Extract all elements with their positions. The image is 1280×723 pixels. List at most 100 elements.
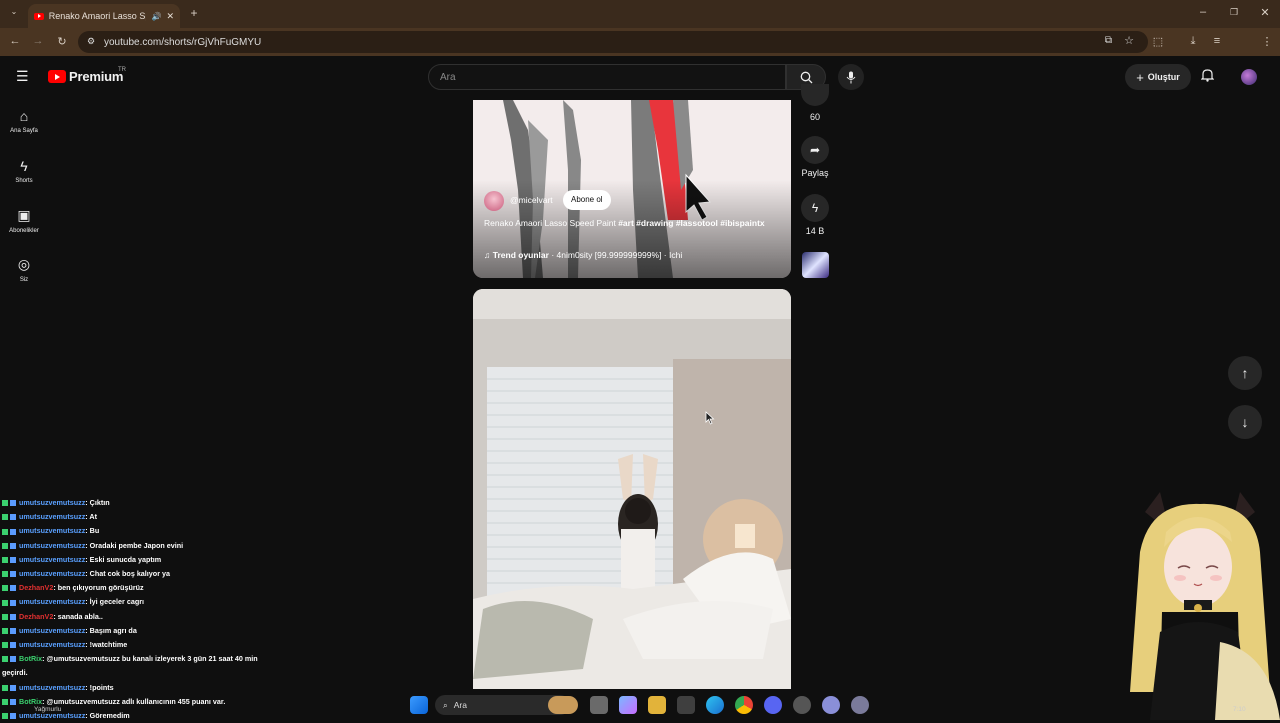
tab-list-icon[interactable]: ⌄ — [6, 7, 22, 16]
notifications-bell-icon[interactable] — [1200, 68, 1215, 85]
chat-username: umutsuzvemutsuzz — [19, 498, 86, 507]
browser-tab-bar: ⌄ Renako Amaori Lasso Speed 🔊 ✕ + – ❐ ✕ — [0, 0, 1280, 28]
bookmark-icon[interactable]: ☆ — [1124, 34, 1134, 47]
stream-chat-overlay: umutsuzvemutsuzz: Çıktın umutsuzvemutsuzz… — [2, 496, 302, 723]
channel-avatar[interactable] — [484, 191, 504, 211]
next-short-video[interactable] — [473, 289, 791, 689]
music-artist: · 4nim0sity [99.999999999%] · Ichi — [548, 250, 683, 260]
sidebar-item-home[interactable]: ⌂ Ana Sayfa — [0, 108, 48, 134]
tab-close-icon[interactable]: ✕ — [166, 11, 174, 22]
subscribe-button[interactable]: Abone ol — [563, 190, 611, 210]
music-track: Trend oyunlar — [492, 250, 549, 260]
chat-text: : !points — [85, 682, 114, 692]
sidebar-item-label: Siz — [19, 277, 29, 283]
weather-label: Yağmurlu — [34, 706, 62, 713]
windows-taskbar: ⌕ Ara — [400, 690, 880, 720]
arrow-up-icon: ↑ — [1241, 365, 1249, 381]
previous-short-button[interactable]: ↑ — [1228, 356, 1262, 390]
forward-icon[interactable]: → — [30, 35, 46, 47]
windows-start-icon[interactable] — [410, 696, 428, 714]
share-label: Paylaş — [801, 168, 829, 178]
subscriptions-icon: ▣ — [17, 207, 31, 223]
chat-message: umutsuzvemutsuzz: Bu — [2, 524, 302, 538]
chat-badge-icon — [10, 642, 16, 649]
create-label: Oluştur — [1147, 72, 1180, 82]
share-action[interactable]: ➦ Paylaş — [801, 136, 829, 178]
browser-tab[interactable]: Renako Amaori Lasso Speed 🔊 ✕ — [28, 4, 180, 28]
hamburger-menu-icon[interactable]: ☰ — [16, 68, 29, 85]
account-avatar[interactable] — [1241, 69, 1257, 85]
copilot-icon[interactable] — [619, 696, 637, 714]
logo-text: Premium — [69, 69, 124, 84]
short-video-player[interactable]: @micelvart Abone ol Renako Amaori Lasso … — [473, 100, 791, 278]
youtube-favicon-icon — [34, 12, 44, 20]
chat-badge-icon — [2, 684, 8, 691]
short-hashtags[interactable]: #art #drawing #lassotool #ibispaintx — [618, 218, 764, 228]
chat-message: umutsuzvemutsuzz: Başım agrı da — [2, 624, 302, 638]
task-view-icon[interactable] — [590, 696, 608, 714]
close-window-icon[interactable]: ✕ — [1257, 6, 1273, 19]
sound-thumbnail[interactable] — [802, 252, 829, 278]
chat-username: DezhanV2 — [19, 583, 54, 593]
chat-message: umutsuzvemutsuzz: Oradaki pembe Japon ev… — [2, 539, 302, 553]
reload-icon[interactable]: ↻ — [54, 35, 70, 48]
browser-menu-icon[interactable]: ⋮ — [1259, 35, 1275, 48]
sidebar-item-you[interactable]: ◎ Siz — [0, 256, 48, 283]
sidebar-item-subscriptions[interactable]: ▣ Abonelikler — [0, 207, 48, 234]
steam-icon[interactable] — [793, 696, 811, 714]
file-explorer-icon[interactable] — [648, 696, 666, 714]
microphone-icon — [846, 71, 856, 83]
chat-text: geçirdi. — [2, 668, 28, 678]
minimize-icon[interactable]: – — [1195, 6, 1211, 18]
search-icon: ⌕ — [443, 699, 448, 710]
extensions-icon[interactable]: ⬚ — [1150, 35, 1166, 48]
comments-action[interactable]: 60 — [801, 84, 829, 122]
short-title: Renako Amaori Lasso Speed Paint #art #dr… — [484, 217, 774, 230]
chat-text: : ben çıkıyorum görüşürüz — [53, 583, 144, 593]
chat-username: umutsuzvemutsuzz — [19, 554, 86, 564]
download-icon[interactable]: ⤓ — [1185, 35, 1201, 48]
chat-badge-icon — [10, 585, 16, 592]
site-info-icon[interactable]: ⚙ — [87, 36, 95, 47]
chat-username: umutsuzvemutsuzz — [19, 597, 86, 607]
channel-name[interactable]: @micelvart — [510, 195, 553, 205]
home-icon: ⌂ — [19, 108, 29, 124]
restore-icon[interactable]: ❐ — [1226, 7, 1242, 18]
chat-badge-icon — [2, 713, 8, 720]
shorts-icon: ϟ — [20, 158, 28, 174]
url-field[interactable]: ⚙ youtube.com/shorts/rGjVhFuGMYU ⧉ ☆ — [78, 31, 1148, 53]
remix-action[interactable]: ϟ 14 B — [801, 194, 829, 236]
widgets-icon[interactable] — [548, 696, 578, 714]
search-icon — [800, 71, 812, 83]
profile-icon: ◎ — [17, 256, 31, 272]
chat-username: BotRix — [19, 696, 43, 706]
chat-badge-icon — [2, 599, 8, 606]
create-button[interactable]: + Oluştur — [1125, 64, 1191, 90]
comments-count: 60 — [809, 112, 820, 122]
youtube-logo[interactable]: Premium — [48, 69, 123, 84]
chat-message: BotRix: @umutsuzvemutsuzz bu kanalı izle… — [2, 652, 302, 666]
youtube-header: ☰ Premium TR Ara + Oluştur — [0, 56, 1280, 100]
address-bar-row: ← → ↻ ⚙ youtube.com/shorts/rGjVhFuGMYU ⧉… — [0, 28, 1280, 77]
search-input[interactable]: Ara — [428, 64, 786, 90]
next-short-button[interactable]: ↓ — [1228, 405, 1262, 439]
discord-icon[interactable] — [764, 696, 782, 714]
chat-badge-icon — [10, 627, 16, 634]
back-icon[interactable]: ← — [7, 35, 23, 47]
chat-badge-icon — [2, 571, 8, 578]
music-info[interactable]: ♫ Trend oyunlar · 4nim0sity [99.99999999… — [484, 250, 682, 260]
app-icon[interactable] — [822, 696, 840, 714]
chrome-browser-icon[interactable] — [735, 696, 753, 714]
install-icon[interactable]: ⧉ — [1105, 35, 1112, 46]
sidebar-item-shorts[interactable]: ϟ Shorts — [0, 158, 48, 184]
microsoft-store-icon[interactable] — [677, 696, 695, 714]
obs-icon[interactable] — [851, 696, 869, 714]
audio-icon[interactable]: 🔊 — [151, 12, 161, 21]
new-tab-icon[interactable]: + — [186, 6, 202, 20]
edge-browser-icon[interactable] — [706, 696, 724, 714]
voice-search-button[interactable] — [838, 64, 864, 90]
chat-badge-icon — [10, 571, 16, 578]
reading-list-icon[interactable]: ≡ — [1209, 35, 1225, 47]
chat-username: DezhanV2 — [19, 611, 54, 621]
chat-message: geçirdi. — [2, 666, 302, 680]
